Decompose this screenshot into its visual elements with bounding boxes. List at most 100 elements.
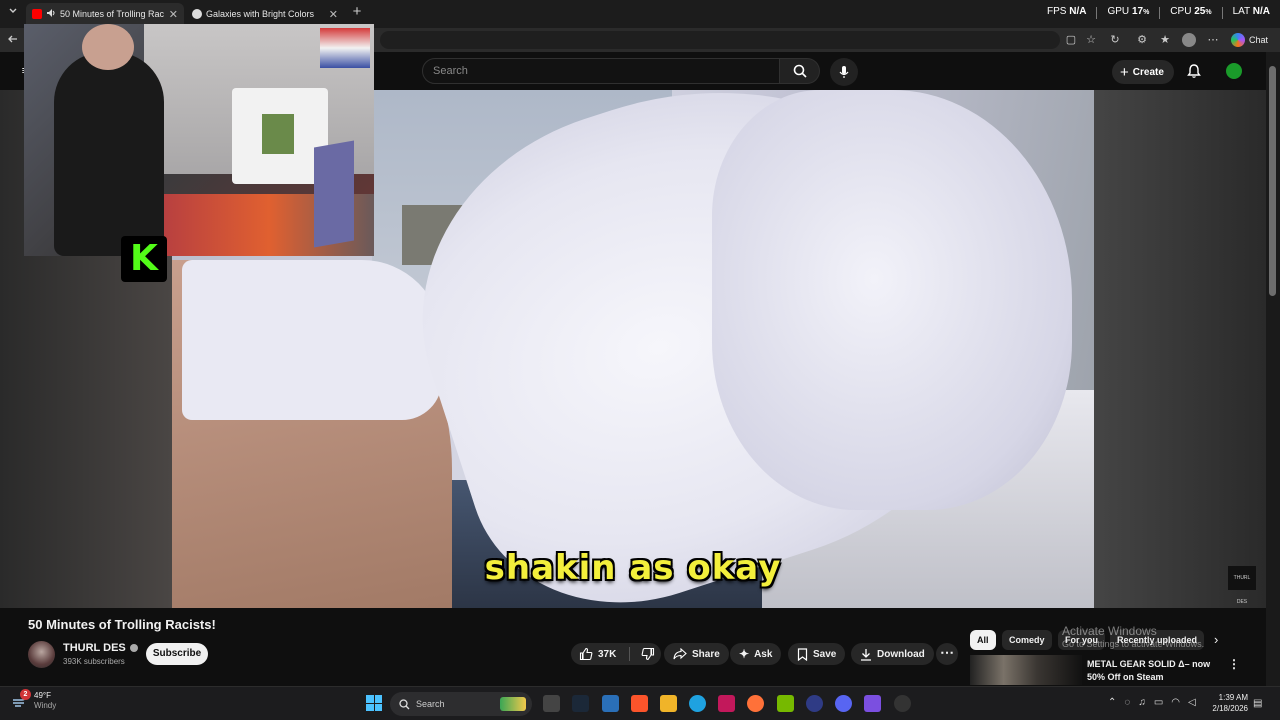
like-button[interactable]: 37K [571, 643, 616, 665]
profile-avatar-icon[interactable] [1182, 33, 1196, 47]
obs-icon[interactable] [894, 695, 911, 712]
task-view-icon[interactable] [543, 695, 560, 712]
more-options-icon[interactable]: ⋯ [1206, 33, 1220, 47]
refresh-icon[interactable]: ↻ [1108, 33, 1122, 47]
chips-next-chevron-icon[interactable]: › [1214, 632, 1218, 647]
split-screen-icon[interactable]: ▢ [1064, 33, 1078, 47]
webcam-poster [320, 28, 370, 68]
download-icon [861, 648, 871, 661]
video-scene-sleeve [182, 260, 442, 420]
favorites-icon[interactable]: ★ [1158, 33, 1172, 47]
save-button[interactable]: Save [788, 643, 846, 665]
webcam-overlay [24, 24, 374, 256]
like-dislike-group: 37K [571, 643, 661, 665]
webcam-monitor [314, 140, 354, 248]
audio-playing-icon[interactable] [46, 8, 56, 20]
chip-all[interactable]: All [970, 630, 996, 650]
taskbar-search[interactable]: Search [390, 692, 532, 716]
url-field[interactable] [380, 31, 1060, 49]
player-right-letterbox [1094, 90, 1266, 608]
search-icon [793, 64, 807, 78]
new-tab-button[interactable]: + [350, 4, 364, 19]
tab-close-icon[interactable]: ✕ [169, 8, 178, 21]
file-explorer-icon[interactable] [660, 695, 677, 712]
edge-icon[interactable] [689, 695, 706, 712]
copilot-icon [1230, 33, 1245, 47]
tab-list-chevron-icon[interactable] [6, 6, 20, 20]
notifications-icon[interactable]: ▤ [1253, 698, 1262, 709]
firefox-icon[interactable] [747, 695, 764, 712]
microphone-icon[interactable]: ♫ [1138, 697, 1146, 708]
notepad-icon[interactable] [602, 695, 619, 712]
tray-app-icon[interactable]: ◌ [1124, 697, 1130, 708]
tab-title: Galaxies with Bright Colors [206, 9, 315, 19]
nvidia-icon[interactable] [777, 695, 794, 712]
subscribe-button[interactable]: Subscribe [146, 643, 208, 665]
notifications-bell-icon[interactable] [1186, 63, 1202, 84]
download-button[interactable]: Download [851, 643, 934, 665]
search-button[interactable] [780, 58, 820, 84]
channel-watermark[interactable]: THURL DES [1228, 566, 1256, 605]
capcut-icon[interactable] [718, 695, 735, 712]
dislike-button[interactable] [635, 647, 655, 661]
performance-overlay: FPS N/A GPU 17% CPU 25% LAT N/A [1047, 6, 1270, 19]
system-tray: ⌃ ◌ ♫ ▭ ◠ ◁ [1108, 697, 1196, 708]
microphone-icon [839, 66, 849, 78]
tray-overflow-icon[interactable]: ⌃ [1108, 697, 1116, 708]
search-icon [399, 698, 410, 709]
wifi-icon[interactable]: ◠ [1171, 697, 1180, 708]
activate-windows-watermark: Activate Windows Go to Settings to activ… [1062, 624, 1205, 650]
share-arrow-icon [673, 648, 687, 660]
search-input[interactable]: Search [422, 58, 780, 84]
weather-alert-badge: 2 [20, 689, 31, 700]
volume-icon[interactable]: ◁ [1188, 697, 1196, 708]
channel-name[interactable]: THURL DES [63, 642, 138, 654]
tab-trolling-racists[interactable]: 50 Minutes of Trolling Racists ✕ [26, 3, 184, 25]
create-button[interactable]: + Create [1112, 60, 1174, 84]
steam-icon[interactable] [572, 695, 589, 712]
openai-favicon-icon [192, 9, 202, 19]
youtube-favicon-icon [32, 9, 42, 19]
weather-widget[interactable]: 2 49°F Windy [10, 689, 56, 711]
tab-title: 50 Minutes of Trolling Racists [60, 9, 164, 19]
sparkle-icon: ✦ [739, 647, 750, 661]
thumbs-up-icon [579, 647, 593, 661]
network-icon[interactable]: ▭ [1154, 697, 1163, 708]
kick-logo: K [121, 236, 167, 282]
plus-icon: + [1120, 63, 1129, 81]
tab-close-icon[interactable]: ✕ [329, 8, 338, 21]
app-grid-icon[interactable] [864, 695, 881, 712]
extensions-icon[interactable]: ⚙ [1135, 33, 1149, 47]
app-icon[interactable] [806, 695, 823, 712]
favorite-star-icon[interactable]: ☆ [1084, 33, 1098, 47]
copilot-chat-button[interactable]: Chat [1230, 31, 1268, 49]
recommended-thumbnail[interactable] [970, 655, 1082, 685]
webcam-streamer [54, 52, 164, 256]
taskbar-clock[interactable]: 1:39 AM 2/18/2026 [1204, 692, 1248, 714]
back-arrow-icon[interactable] [6, 33, 20, 47]
windows-start-icon[interactable] [366, 695, 382, 711]
webcam-streamer-head [82, 24, 134, 70]
brave-icon[interactable] [631, 695, 648, 712]
verified-badge-icon [129, 644, 138, 652]
bookmark-icon [797, 647, 808, 661]
scrollbar-thumb[interactable] [1269, 66, 1276, 296]
account-avatar[interactable] [1224, 61, 1244, 81]
tab-galaxies[interactable]: Galaxies with Bright Colors ✕ [186, 3, 344, 25]
search-highlight-icon [500, 697, 526, 711]
ask-button[interactable]: ✦ Ask [730, 643, 782, 665]
more-actions-button[interactable]: ⋯ [936, 643, 958, 665]
page-scrollbar[interactable] [1266, 52, 1280, 686]
recommended-menu-icon[interactable]: ⋮ [1228, 657, 1240, 671]
discord-icon[interactable] [835, 695, 852, 712]
voice-search-button[interactable] [830, 58, 858, 86]
channel-avatar[interactable] [28, 641, 55, 668]
thumbs-down-icon [641, 647, 655, 661]
recommended-title[interactable]: METAL GEAR SOLID Δ– now 50% Off on Steam [1087, 658, 1217, 684]
share-button[interactable]: Share [664, 643, 729, 665]
chip-comedy[interactable]: Comedy [1002, 630, 1052, 650]
subscriber-count: 393K subscribers [63, 657, 125, 666]
like-count: 37K [598, 648, 617, 660]
windows-taskbar: 2 49°F Windy Search ⌃ ◌ ♫ ▭ ◠ ◁ 1:39 AM … [0, 686, 1280, 720]
video-caption: shakin as okay [484, 548, 782, 588]
